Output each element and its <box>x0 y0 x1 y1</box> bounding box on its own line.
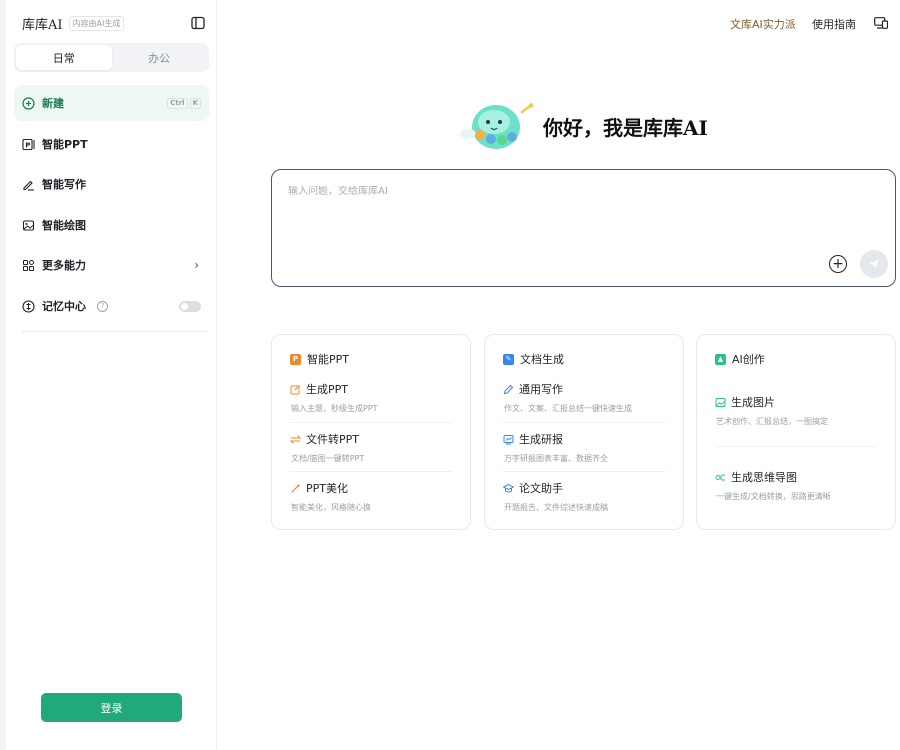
mascot-icon <box>460 103 534 149</box>
feature-title: 生成PPT <box>306 383 348 396</box>
card-ai-creation: ▲ AI创作 生成图片 艺术创作、汇报总结，一图搞定 生成思维导图 一键生成/文… <box>696 334 896 530</box>
sidebar-divider <box>22 331 208 332</box>
sidebar-item-label: 记忆中心 <box>42 300 86 313</box>
sidebar-item-memory[interactable]: 记忆中心 ? <box>14 288 209 324</box>
feature-file-to-ppt[interactable]: 文件转PPT 文档/脑图一键转PPT <box>290 431 452 464</box>
ppt-badge-icon: P <box>290 353 301 365</box>
graduation-cap-icon <box>503 483 514 494</box>
sidebar-item-label: 智能绘图 <box>42 219 86 232</box>
feature-title: PPT美化 <box>306 482 348 495</box>
image-icon <box>715 397 726 408</box>
feature-desc: 智能美化，风格随心换 <box>291 503 371 512</box>
ai-badge-icon: ▲ <box>715 353 726 365</box>
card-ppt: P 智能PPT 生成PPT 输入主题，秒级生成PPT 文件转PPT 文档/脑图一… <box>271 334 471 530</box>
card-doc: ✎ 文档生成 通用写作 作文、文案、汇报总结一键快速生成 生成研报 万字研报图表… <box>484 334 684 530</box>
feature-desc: 开题报告、文件综述快速成稿 <box>504 503 608 512</box>
feature-desc: 万字研报图表丰富、数据齐全 <box>504 454 608 463</box>
feature-generate-ppt[interactable]: 生成PPT 输入主题，秒级生成PPT <box>290 381 452 414</box>
mode-tabs: 日常 办公 <box>14 43 209 72</box>
card-title-text: 智能PPT <box>307 353 349 366</box>
pen-icon <box>22 178 35 191</box>
sidebar-item-label: 智能写作 <box>42 178 86 191</box>
feature-title: 文件转PPT <box>306 433 359 446</box>
feature-thesis-assistant[interactable]: 论文助手 开题报告、文件综述快速成稿 <box>503 480 665 513</box>
grid-icon <box>22 259 35 272</box>
feature-title: 生成图片 <box>731 396 775 409</box>
edit-icon <box>290 384 301 395</box>
brand-name: 库库AI <box>22 18 63 33</box>
chart-icon <box>503 434 514 445</box>
promo-link[interactable]: 文库AI实力派 <box>730 16 796 32</box>
kbd-k: K <box>189 97 201 109</box>
sidebar-item-label: 更多能力 <box>42 259 86 272</box>
svg-text:P: P <box>25 141 30 149</box>
feature-divider <box>290 422 452 423</box>
feature-desc: 文档/脑图一键转PPT <box>291 454 365 463</box>
kbd-ctrl: Ctrl <box>167 97 188 109</box>
feature-title: 通用写作 <box>519 383 563 396</box>
memory-toggle[interactable] <box>179 300 201 312</box>
image-icon <box>22 219 35 232</box>
card-title-text: 文档生成 <box>520 353 564 366</box>
doc-badge-icon: ✎ <box>503 353 514 365</box>
greeting-title: 你好，我是库库AI <box>543 116 708 140</box>
feature-divider <box>503 471 665 472</box>
feature-generate-image[interactable]: 生成图片 艺术创作、汇报总结，一图搞定 <box>715 394 877 427</box>
device-icon[interactable] <box>874 17 888 29</box>
chat-input[interactable] <box>288 186 828 197</box>
chat-box: + <box>271 169 896 287</box>
feature-desc: 一键生成/文档转换，思路更清晰 <box>716 492 831 501</box>
feature-ppt-beautify[interactable]: PPT美化 智能美化，风格随心换 <box>290 480 452 513</box>
feature-desc: 作文、文案、汇报总结一键快速生成 <box>504 404 632 413</box>
send-icon <box>869 259 879 269</box>
shortcut-hint: Ctrl K <box>167 97 201 109</box>
sidebar-toggle-icon[interactable] <box>191 16 205 30</box>
feature-title: 生成思维导图 <box>731 471 797 484</box>
sidebar-item-label: 智能PPT <box>42 138 88 151</box>
feature-research-report[interactable]: 生成研报 万字研报图表丰富、数据齐全 <box>503 431 665 464</box>
card-title: P 智能PPT <box>290 351 349 367</box>
send-button[interactable] <box>860 250 888 278</box>
feature-desc: 艺术创作、汇报总结，一图搞定 <box>716 417 828 426</box>
help-icon[interactable]: ? <box>97 300 108 312</box>
ai-generated-tag: 内容由AI生成 <box>68 16 125 31</box>
tab-office[interactable]: 办公 <box>112 45 208 70</box>
sidebar-item-write[interactable]: 智能写作 <box>14 166 209 202</box>
guide-link[interactable]: 使用指南 <box>812 16 856 32</box>
mind-map-icon <box>715 472 726 483</box>
feature-divider <box>503 422 665 423</box>
sidebar-item-ppt[interactable]: P 智能PPT <box>14 126 209 162</box>
sidebar-item-draw[interactable]: 智能绘图 <box>14 207 209 243</box>
swap-icon <box>290 434 301 445</box>
memory-icon <box>22 299 35 313</box>
brand: 库库AI 内容由AI生成 <box>22 14 125 33</box>
login-button[interactable]: 登录 <box>41 693 182 722</box>
sidebar-item-new[interactable]: 新建 Ctrl K <box>14 85 209 121</box>
sidebar: 库库AI 内容由AI生成 日常 办公 新建 Ctrl K P 智能PPT 智能写… <box>0 0 217 750</box>
feature-general-writing[interactable]: 通用写作 作文、文案、汇报总结一键快速生成 <box>503 381 665 414</box>
card-title-text: AI创作 <box>732 353 765 366</box>
feature-mind-map[interactable]: 生成思维导图 一键生成/文档转换，思路更清晰 <box>715 469 877 502</box>
feature-divider <box>715 446 877 447</box>
add-attachment-button[interactable]: + <box>829 255 847 273</box>
feature-title: 论文助手 <box>519 482 563 495</box>
card-title: ▲ AI创作 <box>715 351 765 367</box>
feature-title: 生成研报 <box>519 433 563 446</box>
sidebar-edge <box>0 0 6 750</box>
feature-divider <box>290 471 452 472</box>
card-title: ✎ 文档生成 <box>503 351 564 367</box>
chevron-right-icon: › <box>194 258 199 272</box>
sidebar-item-label: 新建 <box>42 97 64 110</box>
magic-wand-icon <box>290 483 301 494</box>
ppt-icon: P <box>22 138 35 151</box>
tab-daily[interactable]: 日常 <box>16 45 112 70</box>
plus-circle-icon <box>22 96 35 110</box>
pen-icon <box>503 384 514 395</box>
sidebar-item-more[interactable]: 更多能力 › <box>14 247 209 283</box>
feature-desc: 输入主题，秒级生成PPT <box>291 404 378 413</box>
